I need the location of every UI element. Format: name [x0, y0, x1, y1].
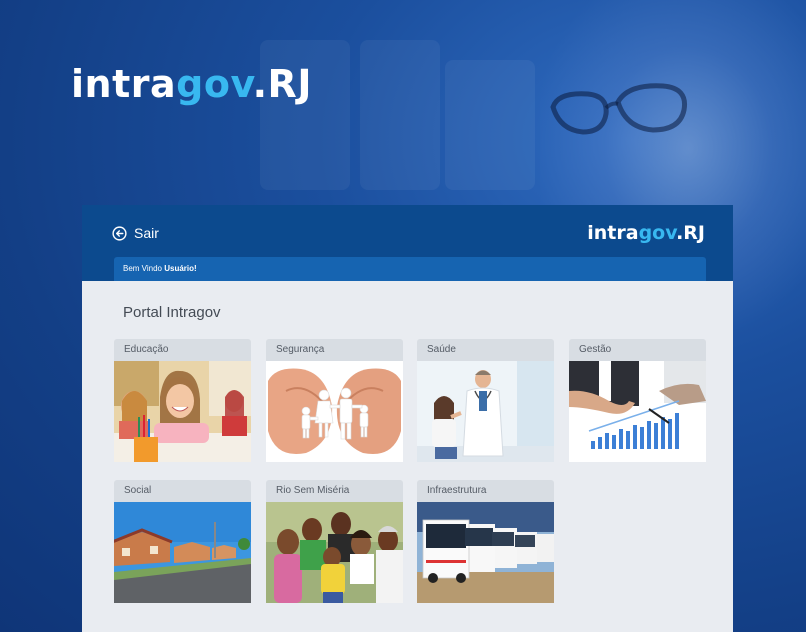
portal-window: Sair intragov.RJ Bem Vindo Usuário! Port… [82, 205, 733, 632]
logout-label: Sair [134, 225, 159, 241]
background-window-shape [445, 60, 535, 190]
welcome-user: Usuário! [164, 264, 197, 273]
brand-word-white: intra [587, 222, 639, 244]
children-classroom-photo [114, 361, 251, 462]
brand-logo-large: intragov.RJ [71, 62, 312, 114]
background-glasses-icon [550, 83, 688, 135]
brand-logo-small: intragov.RJ [587, 222, 705, 244]
happy-family-photo [266, 502, 403, 603]
card-gestao[interactable]: Gestão [569, 339, 706, 462]
card-label: Educação [114, 339, 251, 361]
card-educacao[interactable]: Educação [114, 339, 251, 462]
arrow-left-circle-icon [112, 225, 127, 241]
page-title: Portal Intragov [123, 304, 221, 321]
welcome-prefix: Bem Vindo [123, 264, 165, 273]
card-label: Infraestrutura [417, 480, 554, 502]
card-infraestrutura[interactable]: Infraestrutura [417, 480, 554, 603]
card-rio-sem-miseria[interactable]: Rio Sem Miséria [266, 480, 403, 603]
brand-word-cyan: gov [176, 62, 253, 106]
card-social[interactable]: Social [114, 480, 251, 603]
card-label: Segurança [266, 339, 403, 361]
card-label: Social [114, 480, 251, 502]
background-window-shape [360, 40, 440, 190]
hands-paper-family-photo [266, 361, 403, 462]
card-label: Rio Sem Miséria [266, 480, 403, 502]
brand-word-cyan: gov [638, 222, 677, 244]
business-charts-photo [569, 361, 706, 462]
card-seguranca[interactable]: Segurança [266, 339, 403, 462]
brand-suffix: .RJ [252, 62, 312, 106]
brand-word-white: intra [71, 62, 177, 106]
brand-suffix: .RJ [676, 222, 705, 244]
card-saude[interactable]: Saúde [417, 339, 554, 462]
logout-button[interactable]: Sair [112, 225, 159, 241]
doctor-child-photo [417, 361, 554, 462]
bus-fleet-photo [417, 502, 554, 603]
welcome-bar: Bem Vindo Usuário! [114, 257, 706, 281]
app-header: Sair intragov.RJ Bem Vindo Usuário! [82, 205, 733, 281]
card-label: Saúde [417, 339, 554, 361]
housing-street-photo [114, 502, 251, 603]
card-label: Gestão [569, 339, 706, 361]
